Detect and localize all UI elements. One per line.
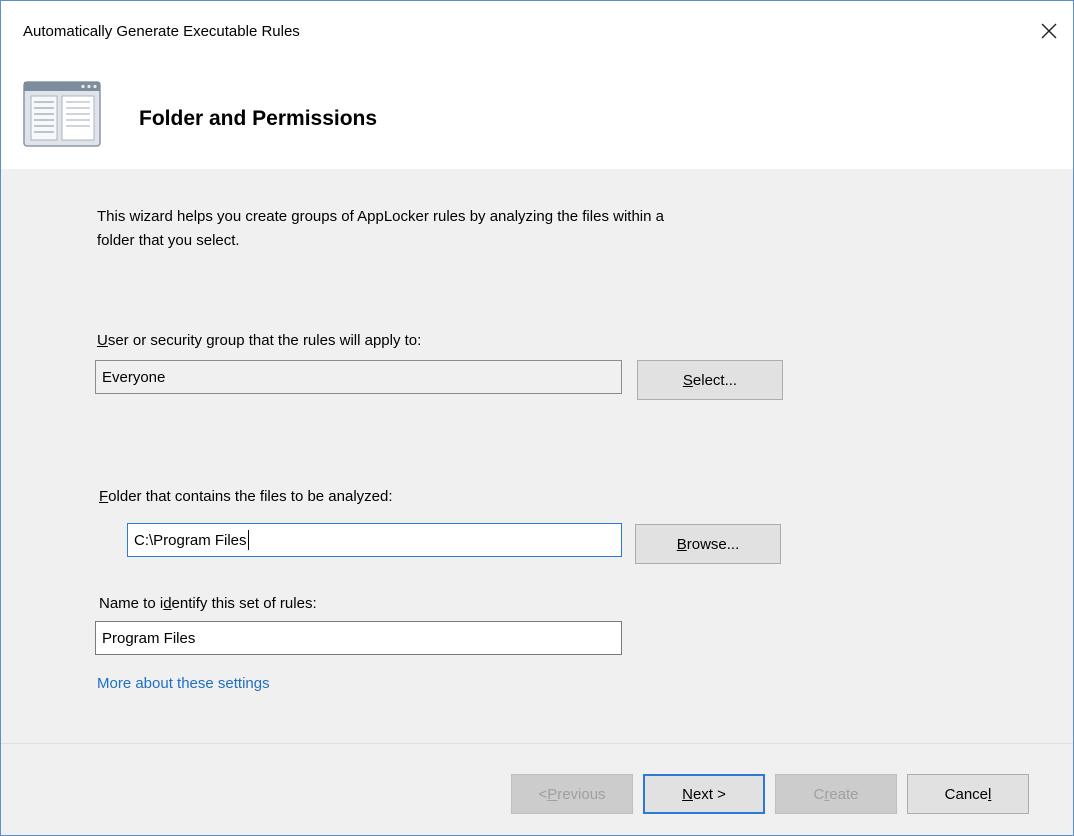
folder-path-input[interactable]: C:\Program Files: [127, 523, 622, 557]
select-button[interactable]: Select...: [637, 360, 783, 400]
rule-name-label-mnemonic: d: [163, 595, 172, 612]
window-title: Automatically Generate Executable Rules: [23, 23, 300, 40]
folder-path-value: C:\Program Files: [134, 531, 247, 549]
wizard-footer: < Previous Next > Cr eate Cance l: [1, 743, 1073, 835]
browse-button[interactable]: Browse...: [635, 524, 781, 564]
previous-button-pre: <: [538, 785, 548, 803]
user-group-label-mnemonic: U: [97, 332, 108, 349]
select-button-mnemonic: S: [682, 371, 693, 389]
rule-name-value: Program Files: [102, 629, 196, 647]
create-button[interactable]: Cr eate: [775, 774, 897, 814]
rule-name-label-text: entify this set of rules:: [171, 595, 317, 612]
create-button-label: eate: [829, 785, 859, 803]
wizard-page-icon: [23, 81, 101, 152]
user-group-value: Everyone: [102, 368, 166, 386]
rule-name-label: Name to identify this set of rules:: [99, 595, 317, 612]
user-group-label-text: ser or security group that the rules wil…: [107, 332, 422, 349]
wizard-dialog: Automatically Generate Executable Rules: [0, 0, 1074, 836]
previous-button-mnemonic: P: [547, 785, 558, 803]
wizard-header: Folder and Permissions: [1, 71, 1073, 169]
intro-text: This wizard helps you create groups of A…: [97, 205, 877, 253]
user-group-label: User or security group that the rules wi…: [97, 332, 421, 349]
folder-label-mnemonic: F: [99, 488, 109, 505]
intro-line-1: This wizard helps you create groups of A…: [97, 208, 664, 225]
cancel-button-mnemonic: l: [988, 785, 992, 803]
cancel-button[interactable]: Cance l: [907, 774, 1029, 814]
rule-name-label-pre: Name to i: [99, 595, 164, 612]
select-button-label: elect...: [692, 371, 738, 389]
user-group-field[interactable]: Everyone: [95, 360, 622, 394]
intro-line-2: folder that you select.: [97, 232, 240, 249]
previous-button[interactable]: < Previous: [511, 774, 633, 814]
previous-button-label: revious: [557, 785, 606, 803]
rule-name-input[interactable]: Program Files: [95, 621, 622, 655]
close-button[interactable]: [1035, 17, 1063, 45]
more-about-settings-link[interactable]: More about these settings: [97, 675, 270, 692]
next-button-mnemonic: N: [682, 785, 693, 803]
next-button-label: ext >: [692, 785, 726, 803]
page-title: Folder and Permissions: [139, 107, 378, 130]
create-button-pre: C: [813, 785, 825, 803]
cancel-button-pre: Cance: [944, 785, 988, 803]
folder-label: Folder that contains the files to be ana…: [99, 488, 393, 505]
wizard-content: This wizard helps you create groups of A…: [1, 169, 1073, 743]
text-caret: [247, 530, 249, 550]
folder-label-text: older that contains the files to be anal…: [108, 488, 393, 505]
browse-button-mnemonic: B: [676, 535, 687, 553]
title-bar: Automatically Generate Executable Rules: [1, 1, 1073, 71]
next-button[interactable]: Next >: [643, 774, 765, 814]
browse-button-label: rowse...: [686, 535, 740, 553]
close-icon: [1041, 23, 1057, 39]
